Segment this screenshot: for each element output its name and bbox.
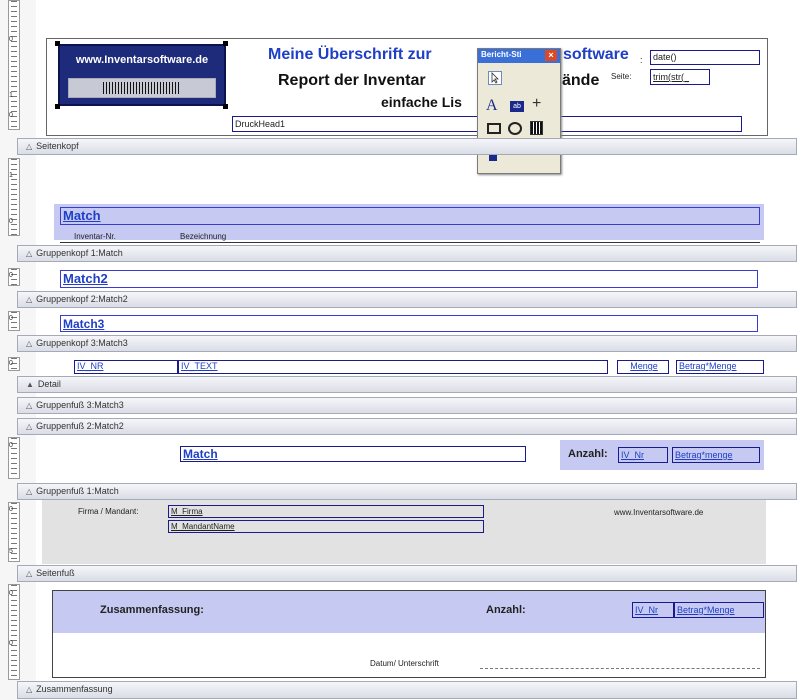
band-gruppenkopf-1[interactable]: △ Gruppenkopf 1:Match bbox=[17, 245, 797, 262]
summary-iv-nr-field[interactable]: IV_Nr bbox=[632, 602, 674, 618]
footer2-match-field[interactable]: Match bbox=[180, 446, 526, 462]
footer2-betrag-field[interactable]: Betrag*menge bbox=[672, 447, 760, 463]
column-inventar-label: Inventar-Nr. bbox=[74, 232, 116, 241]
footer2-anzahl-label: Anzahl: bbox=[568, 448, 608, 460]
pointer-icon[interactable] bbox=[488, 71, 502, 85]
page-label: Seite: bbox=[611, 72, 632, 81]
m-mandant-field[interactable]: M_MandantName bbox=[168, 520, 484, 533]
band-seitenfuss[interactable]: △ Seitenfuß bbox=[17, 565, 797, 582]
ellipse-icon[interactable] bbox=[508, 122, 522, 135]
detail-betrag-field[interactable]: Betrag*Menge bbox=[676, 360, 764, 374]
date-label: : bbox=[640, 55, 643, 65]
report-toolbox[interactable]: Bericht-Sti × A ab + bbox=[477, 48, 561, 174]
page-number-field[interactable]: trim(str(_ bbox=[650, 69, 710, 85]
image-icon[interactable]: ab bbox=[510, 101, 524, 112]
column-bezeichnung-label: Bezeichnung bbox=[180, 232, 227, 241]
logo-text: www.Inventarsoftware.de bbox=[75, 54, 209, 66]
firma-mandant-label: Firma / Mandant: bbox=[78, 507, 139, 516]
signature-line bbox=[480, 668, 760, 669]
divider-line bbox=[60, 242, 760, 243]
text-icon[interactable]: A bbox=[486, 98, 500, 114]
group1-match-field[interactable]: Match bbox=[60, 207, 760, 225]
line-icon[interactable]: + bbox=[532, 96, 546, 112]
band-gruppenkopf-3[interactable]: △ Gruppenkopf 3:Match3 bbox=[17, 335, 797, 352]
date-field[interactable]: date() bbox=[650, 50, 760, 65]
band-detail[interactable]: ▲ Detail bbox=[17, 376, 797, 393]
summary-title: Zusammenfassung: bbox=[100, 604, 204, 616]
report-title-line2[interactable]: Report der Inventar bbox=[278, 72, 426, 90]
summary-anzahl-label: Anzahl: bbox=[486, 604, 526, 616]
report-title-line3[interactable]: einfache Lis bbox=[381, 94, 462, 110]
barcode-icon[interactable] bbox=[530, 121, 543, 135]
rectangle-icon[interactable] bbox=[487, 123, 501, 134]
band-gruppenfuss-3[interactable]: △ Gruppenfuß 3:Match3 bbox=[17, 397, 797, 414]
m-firma-field[interactable]: M_Firma bbox=[168, 505, 484, 518]
barcode-image bbox=[68, 78, 216, 98]
logo-box[interactable]: www.Inventarsoftware.de bbox=[58, 44, 226, 106]
footer2-iv-nr-field[interactable]: IV_Nr bbox=[618, 447, 668, 463]
group2-match-field[interactable]: Match2 bbox=[60, 270, 758, 288]
report-title-line1-end[interactable]: software bbox=[563, 46, 629, 64]
selection-handle[interactable] bbox=[55, 41, 60, 46]
toolbox-title: Bericht-Sti bbox=[481, 50, 522, 59]
band-gruppenfuss-2[interactable]: △ Gruppenfuß 2:Match2 bbox=[17, 418, 797, 435]
close-icon[interactable]: × bbox=[545, 50, 557, 61]
selection-handle[interactable] bbox=[223, 104, 228, 109]
report-title-line2-end[interactable]: ände bbox=[562, 72, 599, 90]
selection-handle[interactable] bbox=[223, 41, 228, 46]
band-gruppenfuss-1[interactable]: △ Gruppenfuß 1:Match bbox=[17, 483, 797, 500]
group3-match-field[interactable]: Match3 bbox=[60, 315, 758, 332]
toolbox-titlebar[interactable]: Bericht-Sti × bbox=[478, 49, 560, 63]
detail-iv-text-field[interactable]: IV_TEXT bbox=[178, 360, 608, 374]
band-gruppenkopf-2[interactable]: △ Gruppenkopf 2:Match2 bbox=[17, 291, 797, 308]
band-seitenkopf[interactable]: △ Seitenkopf bbox=[17, 138, 797, 155]
summary-betrag-field[interactable]: Betrag*Menge bbox=[674, 602, 764, 618]
report-title-line1[interactable]: Meine Überschrift zur bbox=[268, 46, 432, 64]
detail-iv-nr-field[interactable]: IV_NR bbox=[74, 360, 178, 374]
footer-website-label: www.Inventarsoftware.de bbox=[614, 508, 704, 517]
band-zusammenfassung[interactable]: △ Zusammenfassung bbox=[17, 681, 797, 699]
datum-unterschrift-label: Datum/ Unterschrift bbox=[370, 659, 439, 668]
detail-menge-field[interactable]: Menge bbox=[617, 360, 669, 374]
selection-handle[interactable] bbox=[55, 104, 60, 109]
